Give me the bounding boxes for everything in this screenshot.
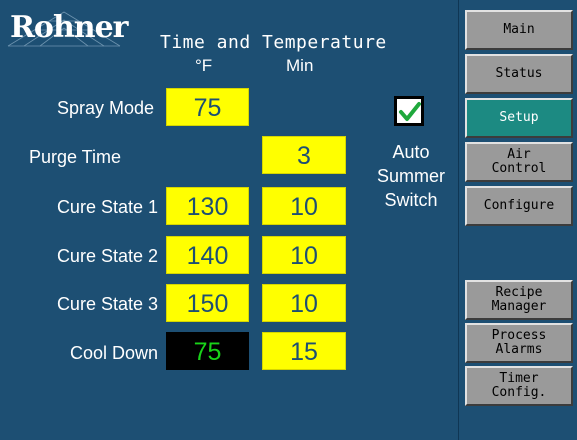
minutes-column-header: Min — [286, 56, 314, 75]
row-label-cure-state-1: Cure State 1 — [56, 197, 158, 217]
temperature-column-header: °F — [195, 56, 213, 75]
air-control-button[interactable]: Air Control — [465, 142, 573, 182]
cure-state-2-min-field[interactable]: 10 — [262, 236, 346, 274]
main-button[interactable]: Main — [465, 10, 573, 50]
row-label-cure-state-2: Cure State 2 — [56, 246, 158, 266]
row-label-spray-mode: Spray Mode — [56, 98, 154, 118]
setup-button[interactable]: Setup — [465, 98, 573, 138]
auto-summer-label-line2: Summer — [376, 166, 445, 186]
configure-button[interactable]: Configure — [465, 186, 573, 226]
status-button[interactable]: Status — [465, 54, 573, 94]
auto-summer-switch-checkbox[interactable] — [394, 96, 424, 126]
row-label-cure-state-3: Cure State 3 — [56, 294, 158, 314]
row-label-cool-down: Cool Down — [69, 343, 158, 363]
auto-summer-switch-label: Auto Summer Switch — [372, 140, 450, 212]
cure-state-3-temp-field[interactable]: 150 — [166, 284, 249, 322]
spray-mode-temp-field[interactable]: 75 — [166, 88, 249, 126]
process-alarms-button[interactable]: Process Alarms — [465, 323, 573, 363]
page-title: Time and Temperature — [160, 32, 387, 53]
purge-time-min-field[interactable]: 3 — [262, 136, 346, 174]
row-label-purge-time: Purge Time — [28, 147, 122, 167]
cool-down-temp-display: 75 — [166, 332, 249, 370]
auto-summer-label-line3: Switch — [384, 190, 438, 210]
cure-state-1-min-field[interactable]: 10 — [262, 187, 346, 225]
auto-summer-label-line1: Auto — [392, 142, 430, 162]
hmi-screen: Rohner Time and Temperature °F Min Spray… — [0, 0, 577, 440]
cure-state-3-min-field[interactable]: 10 — [262, 284, 346, 322]
timer-config-button[interactable]: Timer Config. — [465, 366, 573, 406]
cure-state-2-temp-field[interactable]: 140 — [166, 236, 249, 274]
rohner-logo: Rohner — [4, 6, 128, 54]
checkmark-icon — [399, 102, 421, 121]
logo-text: Rohner — [10, 10, 128, 45]
recipe-manager-button[interactable]: Recipe Manager — [465, 280, 573, 320]
cool-down-min-field[interactable]: 15 — [262, 332, 346, 370]
cure-state-1-temp-field[interactable]: 130 — [166, 187, 249, 225]
